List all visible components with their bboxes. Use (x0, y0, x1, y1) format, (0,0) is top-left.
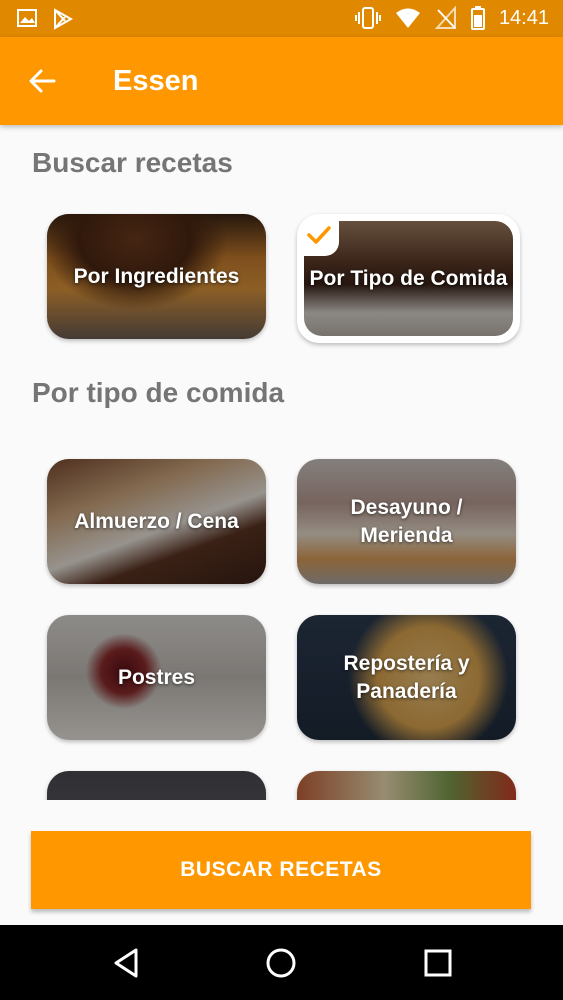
page-title: Essen (113, 65, 199, 97)
card-label: Desayuno / Merienda (350, 495, 463, 547)
meal-type-bakery-card[interactable]: Repostería y Panadería (297, 615, 516, 740)
navigation-bar (0, 925, 563, 1000)
nav-back-icon[interactable] (108, 945, 144, 981)
search-recipes-heading: Buscar recetas (32, 147, 233, 178)
meal-type-card-6[interactable] (297, 771, 516, 800)
main-content[interactable]: Buscar recetas Por Ingredientes Por Tipo… (0, 125, 563, 800)
search-recipes-button[interactable]: BUSCAR RECETAS (31, 831, 531, 909)
back-arrow-icon[interactable] (26, 65, 58, 97)
wifi-icon (395, 8, 420, 28)
nav-recents-icon[interactable] (420, 945, 456, 981)
meal-type-breakfast-card[interactable]: Desayuno / Merienda (297, 459, 516, 584)
image-notification-icon (17, 9, 37, 27)
meal-type-desserts-card[interactable]: Postres (47, 615, 266, 740)
search-by-meal-type-card[interactable]: Por Tipo de Comida (297, 214, 520, 343)
play-store-icon (54, 8, 74, 30)
no-signal-icon (434, 6, 456, 29)
card-label: Por Ingredientes (73, 264, 240, 288)
card-label: Por Tipo de Comida (309, 266, 508, 290)
card-label: Repostería y Panadería (343, 651, 470, 703)
status-time: 14:41 (498, 6, 549, 29)
vibrate-icon (354, 7, 381, 29)
app-bar: Essen (0, 37, 563, 125)
card-label: Almuerzo / Cena (74, 509, 239, 533)
meal-type-lunch-dinner-card[interactable]: Almuerzo / Cena (47, 459, 266, 584)
checkmark-icon (307, 226, 331, 244)
meal-type-heading: Por tipo de comida (32, 377, 285, 408)
meal-type-card-5[interactable] (47, 771, 266, 800)
search-by-ingredients-card[interactable]: Por Ingredientes (47, 214, 266, 339)
card-label: Postres (117, 665, 196, 689)
selected-badge (299, 216, 339, 256)
status-bar: 14:41 (0, 0, 563, 37)
nav-home-icon[interactable] (263, 945, 299, 981)
battery-icon (470, 6, 485, 30)
bottom-action-area: BUSCAR RECETAS (0, 800, 563, 925)
